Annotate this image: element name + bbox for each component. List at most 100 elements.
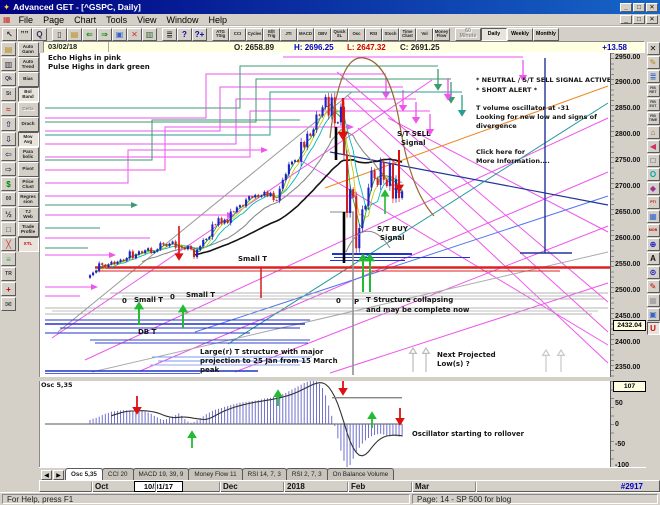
marker-tool-button[interactable]: ◆: [646, 182, 660, 195]
undo-button[interactable]: U: [646, 322, 660, 335]
study-auto-gann-button[interactable]: Auto Gann: [17, 42, 39, 57]
study-delta-button[interactable]: Delta: [17, 102, 39, 117]
fib-extension-button[interactable]: FIB EXT: [646, 98, 660, 111]
maximize-button[interactable]: □: [633, 2, 645, 12]
open-button[interactable]: ▤: [67, 27, 82, 41]
ellipse-tool-button[interactable]: O: [646, 168, 660, 181]
scroll-left-button[interactable]: ⇦: [1, 147, 16, 161]
study-xtl-button[interactable]: XTL: [17, 237, 39, 252]
oscillator-pane[interactable]: [39, 381, 610, 467]
print-button[interactable]: ≣: [162, 27, 177, 41]
close-button[interactable]: ✕: [646, 15, 658, 24]
study-bias-button[interactable]: Bias: [17, 72, 39, 87]
new-chart-button[interactable]: ▯: [52, 27, 67, 41]
study-osc-button[interactable]: Osc: [348, 27, 365, 41]
paint-tool-button[interactable]: ✎: [646, 280, 660, 293]
menu-view[interactable]: View: [132, 15, 161, 25]
prev-issue-button[interactable]: ⇐: [82, 27, 97, 41]
menu-tools[interactable]: Tools: [101, 15, 132, 25]
zoom-button[interactable]: Q: [32, 27, 47, 41]
tab-money-flow-11[interactable]: Money Flow 11: [188, 468, 243, 480]
study-price-clust-button[interactable]: Price Clust: [17, 177, 39, 192]
study-jti-button[interactable]: JTI: [280, 27, 297, 41]
text-tool-button[interactable]: A: [646, 252, 660, 265]
expand-button[interactable]: +: [1, 282, 16, 296]
quotes-button[interactable]: ””: [17, 27, 32, 41]
price-scale-button[interactable]: $: [1, 177, 16, 191]
multi-trendline-button[interactable]: ≣: [646, 70, 660, 83]
scroll-up-button[interactable]: ⇧: [1, 117, 16, 131]
pages-tool-button[interactable]: ▣: [646, 308, 660, 321]
new-window-button[interactable]: ▥: [142, 27, 157, 41]
tab-scroll-left-button[interactable]: ◀: [41, 470, 52, 480]
study-mov-avg-button[interactable]: Mov Avg: [17, 132, 39, 147]
study-rsi-button[interactable]: RSI: [365, 27, 382, 41]
study-money-flow-button[interactable]: Money Flow: [433, 27, 450, 41]
chart-style-button[interactable]: ▥: [1, 57, 16, 71]
scroll-right-button[interactable]: ⇨: [1, 162, 16, 176]
timeframe-60-minute-button[interactable]: 60 Minute: [455, 27, 481, 41]
price-chart-pane[interactable]: [39, 53, 610, 377]
tab-macd-19-39-9[interactable]: MACD 19, 39, 9: [132, 468, 190, 480]
tab-osc-5-35[interactable]: Osc 5,35: [65, 468, 103, 480]
study-stoch-button[interactable]: Stoch: [382, 27, 399, 41]
study-pivot-button[interactable]: Pivot: [17, 162, 39, 177]
timeframe-monthly-button[interactable]: Monthly: [533, 27, 559, 41]
menu-chart[interactable]: Chart: [69, 15, 101, 25]
chart-child-icon[interactable]: ▦: [3, 15, 11, 24]
crosshair-button[interactable]: ╳: [1, 237, 16, 251]
tab-scroll-right-button[interactable]: ▶: [53, 470, 64, 480]
quick-quote-button[interactable]: Qk: [1, 72, 16, 86]
study-drach-button[interactable]: Drach: [17, 117, 39, 132]
next-issue-button[interactable]: ⇒: [97, 27, 112, 41]
tab-cci-20[interactable]: CCI 20: [101, 468, 134, 480]
study-cycles-button[interactable]: Cycles: [246, 27, 263, 41]
oscillator-axis[interactable]: 107 50 0 -50 -100: [610, 381, 646, 469]
grid-small-button[interactable]: ▦: [646, 294, 660, 307]
date-field[interactable]: 03/02/18: [45, 42, 109, 52]
study-vol-button[interactable]: Vol: [416, 27, 433, 41]
menu-file[interactable]: File: [14, 15, 39, 25]
study-time-clust-button[interactable]: Time Clust: [399, 27, 416, 41]
tile-button[interactable]: ▣: [112, 27, 127, 41]
study-trade-profile-button[interactable]: Trade Profile: [17, 222, 39, 237]
maximize-button[interactable]: □: [633, 15, 645, 24]
study-tj-web-button[interactable]: TJ Web: [17, 207, 39, 222]
help-button[interactable]: ?: [177, 27, 192, 41]
fib-time-button[interactable]: FIB TIME: [646, 112, 660, 125]
timeframe-weekly-button[interactable]: Weekly: [507, 27, 533, 41]
context-help-button[interactable]: ?+: [192, 27, 207, 41]
minimize-button[interactable]: _: [620, 15, 632, 24]
zoom-in-button[interactable]: ⊕: [646, 238, 660, 251]
pti-button[interactable]: PTI: [646, 196, 660, 209]
gann-grid-button[interactable]: ▦: [646, 210, 660, 223]
open-chart-button[interactable]: ▤: [1, 42, 16, 56]
elliott-wave-button[interactable]: ≈: [1, 102, 16, 116]
menu-help[interactable]: Help: [204, 15, 233, 25]
menu-window[interactable]: Window: [162, 15, 204, 25]
study-atg-tsig-button[interactable]: ATG TSig: [212, 27, 229, 41]
study-quick-sl-button[interactable]: Quick SL: [331, 27, 348, 41]
axis-date-box[interactable]: 10/31/17: [134, 481, 183, 492]
study-regres-sion-button[interactable]: Regres sion: [17, 192, 39, 207]
gann-lines-button[interactable]: ≡: [1, 252, 16, 266]
tab-on-balance-volume[interactable]: On Balance Volume: [326, 468, 395, 480]
pointer-button[interactable]: ↖: [2, 27, 17, 41]
study-cci-button[interactable]: CCI: [229, 27, 246, 41]
fib-retracement-button[interactable]: FIB RET: [646, 84, 660, 97]
price-axis[interactable]: 2432.04 2950.00 2900.00 2850.00 2800.00 2750…: [610, 53, 646, 377]
close-button[interactable]: ✕: [646, 2, 658, 12]
pitchfork-button[interactable]: ⌂: [646, 126, 660, 139]
study-auto-trend-button[interactable]: Auto Trend: [17, 57, 39, 72]
study-list-button[interactable]: St: [1, 87, 16, 101]
tab-rsi-2-7-3[interactable]: RSI 2, 7, 3: [285, 468, 328, 480]
trend-regression-button[interactable]: TR: [1, 267, 16, 281]
gann-fan-button[interactable]: ◀: [646, 140, 660, 153]
pencil-tool-button[interactable]: ✎: [646, 56, 660, 69]
study-obv-button[interactable]: OBV: [314, 27, 331, 41]
timeframe-daily-button[interactable]: Daily: [481, 27, 507, 41]
magnify-button[interactable]: ⊙: [646, 266, 660, 279]
mob-button[interactable]: MOB: [646, 224, 660, 237]
tab-rsi-14-7-3[interactable]: RSI 14, 7, 3: [241, 468, 287, 480]
study-bol-band-button[interactable]: Bol Band: [17, 87, 39, 102]
